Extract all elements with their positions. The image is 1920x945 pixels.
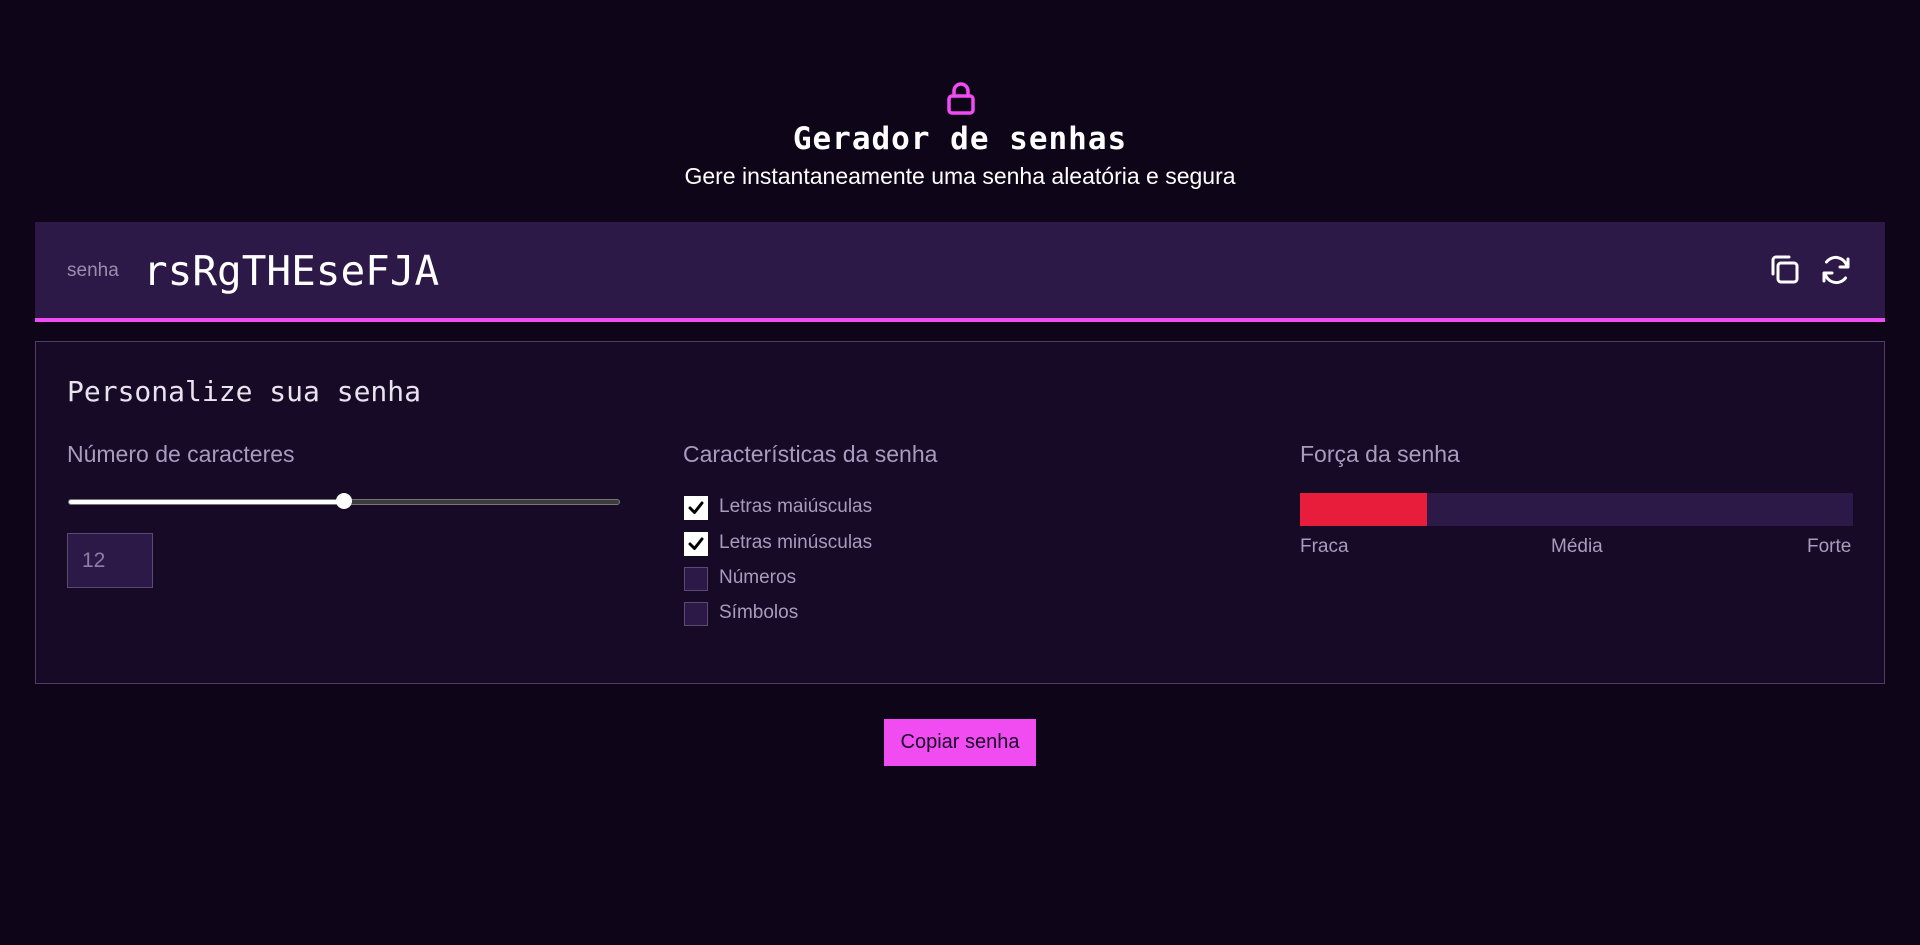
strength-label-strong: Forte	[1807, 536, 1852, 557]
copy-icon[interactable]	[1767, 252, 1803, 288]
length-heading: Número de caracteres	[67, 441, 295, 467]
password-display: senha rsRgTHEseFJA	[35, 222, 1885, 322]
length-slider-fill	[69, 500, 344, 504]
page-subtitle: Gere instantaneamente uma senha aleatóri…	[684, 163, 1236, 189]
checkbox-label: Símbolos	[719, 602, 799, 623]
length-input[interactable]	[67, 533, 153, 588]
strength-heading: Força da senha	[1300, 441, 1460, 467]
checkbox[interactable]	[684, 532, 708, 556]
lock-icon	[947, 82, 975, 115]
checkbox[interactable]	[684, 496, 708, 520]
strength-meter-fill	[1300, 493, 1428, 526]
password-label: senha	[67, 260, 119, 281]
strength-label-medium: Média	[1551, 536, 1603, 557]
password-value[interactable]: rsRgTHEseFJA	[143, 247, 439, 295]
checkbox[interactable]	[684, 602, 708, 626]
checkbox-label: Letras maiúsculas	[719, 496, 873, 517]
customize-title: Personalize sua senha	[67, 375, 422, 408]
checkbox-label: Números	[719, 567, 797, 588]
copy-password-button[interactable]: Copiar senha	[884, 719, 1036, 766]
customize-panel: Personalize sua senha Número de caracter…	[35, 341, 1885, 684]
page-title: Gerador de senhas	[792, 121, 1128, 157]
length-slider-thumb[interactable]	[336, 493, 352, 509]
refresh-icon[interactable]	[1818, 252, 1854, 288]
strength-label-weak: Fraca	[1300, 536, 1349, 557]
checkbox[interactable]	[684, 567, 708, 591]
check-icon	[688, 537, 704, 550]
characteristics-heading: Características da senha	[683, 441, 938, 467]
check-icon	[688, 501, 704, 514]
strength-meter	[1300, 493, 1853, 526]
checkbox-label: Letras minúsculas	[719, 532, 873, 553]
